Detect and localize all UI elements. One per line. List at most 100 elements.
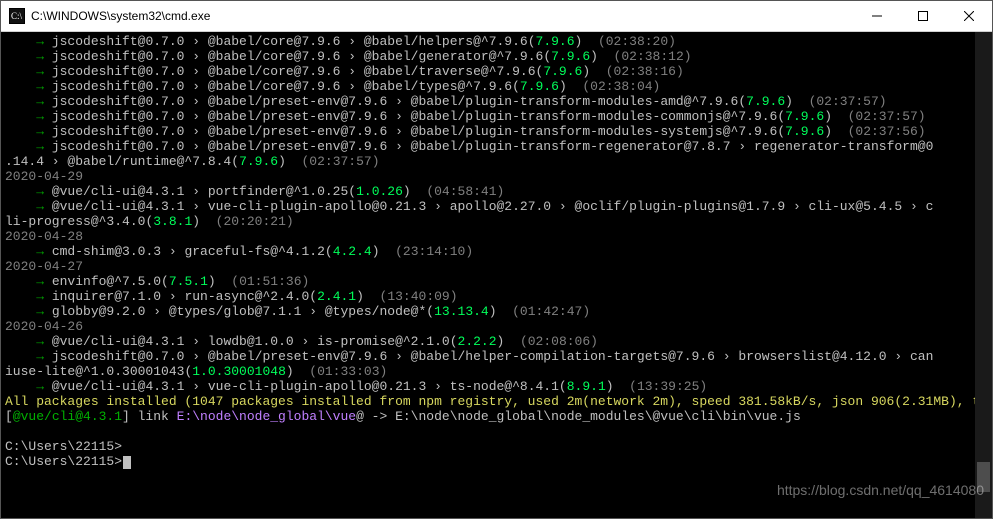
arrow-icon: → <box>36 124 52 139</box>
timestamp: (02:08:06) <box>520 334 598 349</box>
package-text: jscodeshift@0.7.0 › @babel/preset-env@7.… <box>52 124 778 139</box>
output-line: → jscodeshift@0.7.0 › @babel/preset-env@… <box>1 349 992 364</box>
output-line: → @vue/cli-ui@4.3.1 › vue-cli-plugin-apo… <box>1 199 992 214</box>
timestamp: (13:40:09) <box>380 289 458 304</box>
scrollbar-thumb[interactable] <box>977 462 990 492</box>
arrow-icon: → <box>36 184 52 199</box>
output-line: → cmd-shim@3.0.3 › graceful-fs@^4.1.2(4.… <box>1 244 992 259</box>
window: C:\ C:\WINDOWS\system32\cmd.exe → jscode… <box>0 0 993 519</box>
output-line: → jscodeshift@0.7.0 › @babel/core@7.9.6 … <box>1 34 992 49</box>
prompt: C:\Users\22115> <box>5 454 122 469</box>
summary-line: All packages installed (1047 packages in… <box>1 394 992 409</box>
version: 7.9.6 <box>785 109 824 124</box>
date-label: 2020-04-28 <box>5 229 83 244</box>
output-line: .14.4 › @babel/runtime@^7.8.4(7.9.6) (02… <box>1 154 992 169</box>
output-line: iuse-lite@^1.0.30001043(1.0.30001048) (0… <box>1 364 992 379</box>
package-text: jscodeshift@0.7.0 › @babel/core@7.9.6 › … <box>52 49 543 64</box>
version: 7.9.6 <box>785 124 824 139</box>
version: 7.9.6 <box>746 94 785 109</box>
arrow-icon: → <box>36 304 52 319</box>
timestamp: (01:33:03) <box>309 364 387 379</box>
timestamp: (02:38:12) <box>614 49 692 64</box>
close-button[interactable] <box>946 1 992 32</box>
link-target: @ -> E:\node\node_global\node_modules\@v… <box>356 409 801 424</box>
version: 4.2.4 <box>333 244 372 259</box>
output-line: → @vue/cli-ui@4.3.1 › lowdb@1.0.0 › is-p… <box>1 334 992 349</box>
output-line: → jscodeshift@0.7.0 › @babel/preset-env@… <box>1 94 992 109</box>
blank-line <box>1 424 992 439</box>
arrow-icon: → <box>36 289 52 304</box>
window-title: C:\WINDOWS\system32\cmd.exe <box>31 9 210 23</box>
version: 13.13.4 <box>434 304 489 319</box>
output-line: 2020-04-28 <box>1 229 992 244</box>
cmd-icon: C:\ <box>9 8 25 24</box>
minimize-button[interactable] <box>854 1 900 32</box>
output-line: → jscodeshift@0.7.0 › @babel/core@7.9.6 … <box>1 64 992 79</box>
package-text: inquirer@7.1.0 › run-async@^2.4.0 <box>52 289 309 304</box>
arrow-icon: → <box>36 349 52 364</box>
package-text: li-progress@^3.4.0 <box>5 214 145 229</box>
prompt: C:\Users\22115> <box>5 439 122 454</box>
version: 7.9.6 <box>239 154 278 169</box>
maximize-button[interactable] <box>900 1 946 32</box>
arrow-icon: → <box>36 334 52 349</box>
package-text: jscodeshift@0.7.0 › @babel/core@7.9.6 › … <box>52 64 536 79</box>
timestamp: (20:20:21) <box>216 214 294 229</box>
timestamp: (02:37:57) <box>848 109 926 124</box>
timestamp: (02:37:57) <box>809 94 887 109</box>
timestamp: (02:38:16) <box>606 64 684 79</box>
version: 7.9.6 <box>536 34 575 49</box>
arrow-icon: → <box>36 34 52 49</box>
version: 7.9.6 <box>551 49 590 64</box>
scrollbar[interactable] <box>975 32 992 518</box>
output-line: → @vue/cli-ui@4.3.1 › portfinder@^1.0.25… <box>1 184 992 199</box>
package-text: jscodeshift@0.7.0 › @babel/preset-env@7.… <box>52 94 739 109</box>
package-text: jscodeshift@0.7.0 › @babel/preset-env@7.… <box>52 139 934 154</box>
package-text: iuse-lite@^1.0.30001043 <box>5 364 184 379</box>
timestamp: (02:38:04) <box>582 79 660 94</box>
timestamp: (01:42:47) <box>512 304 590 319</box>
version: 8.9.1 <box>567 379 606 394</box>
package-text: jscodeshift@0.7.0 › @babel/core@7.9.6 › … <box>52 79 512 94</box>
arrow-icon: → <box>36 109 52 124</box>
output-line: → @vue/cli-ui@4.3.1 › vue-cli-plugin-apo… <box>1 379 992 394</box>
timestamp: (02:38:20) <box>598 34 676 49</box>
version: 2.2.2 <box>458 334 497 349</box>
timestamp: (02:37:57) <box>301 154 379 169</box>
arrow-icon: → <box>36 79 52 94</box>
package-text: envinfo@^7.5.0 <box>52 274 161 289</box>
version: 2.4.1 <box>317 289 356 304</box>
package-text: @vue/cli-ui@4.3.1 › lowdb@1.0.0 › is-pro… <box>52 334 450 349</box>
output-line: → jscodeshift@0.7.0 › @babel/preset-env@… <box>1 124 992 139</box>
date-label: 2020-04-27 <box>5 259 83 274</box>
summary-text: All packages installed (1047 packages in… <box>5 394 992 409</box>
terminal-output: → jscodeshift@0.7.0 › @babel/core@7.9.6 … <box>1 34 992 469</box>
arrow-icon: → <box>36 379 52 394</box>
link-line: [@vue/cli@4.3.1] link E:\node\node_globa… <box>1 409 992 424</box>
date-label: 2020-04-29 <box>5 169 83 184</box>
version: 1.0.30001048 <box>192 364 286 379</box>
titlebar[interactable]: C:\ C:\WINDOWS\system32\cmd.exe <box>1 1 992 32</box>
package-text: jscodeshift@0.7.0 › @babel/preset-env@7.… <box>52 349 934 364</box>
svg-text:C:\: C:\ <box>11 11 23 21</box>
arrow-icon: → <box>36 49 52 64</box>
output-line: → jscodeshift@0.7.0 › @babel/preset-env@… <box>1 109 992 124</box>
output-line: → jscodeshift@0.7.0 › @babel/preset-env@… <box>1 139 992 154</box>
cli-package: @vue/cli@4.3.1 <box>13 409 122 424</box>
version: 7.9.6 <box>543 64 582 79</box>
arrow-icon: → <box>36 274 52 289</box>
terminal[interactable]: → jscodeshift@0.7.0 › @babel/core@7.9.6 … <box>1 32 992 518</box>
output-line: 2020-04-27 <box>1 259 992 274</box>
timestamp: (02:37:56) <box>848 124 926 139</box>
date-label: 2020-04-26 <box>5 319 83 334</box>
version: 1.0.26 <box>356 184 403 199</box>
timestamp: (23:14:10) <box>395 244 473 259</box>
version: 7.5.1 <box>169 274 208 289</box>
arrow-icon: → <box>36 94 52 109</box>
package-text: .14.4 › @babel/runtime@^7.8.4 <box>5 154 231 169</box>
output-line: → jscodeshift@0.7.0 › @babel/core@7.9.6 … <box>1 49 992 64</box>
package-text: @vue/cli-ui@4.3.1 › vue-cli-plugin-apoll… <box>52 379 559 394</box>
package-text: jscodeshift@0.7.0 › @babel/preset-env@7.… <box>52 109 778 124</box>
output-line: → jscodeshift@0.7.0 › @babel/core@7.9.6 … <box>1 79 992 94</box>
package-text: cmd-shim@3.0.3 › graceful-fs@^4.1.2 <box>52 244 325 259</box>
